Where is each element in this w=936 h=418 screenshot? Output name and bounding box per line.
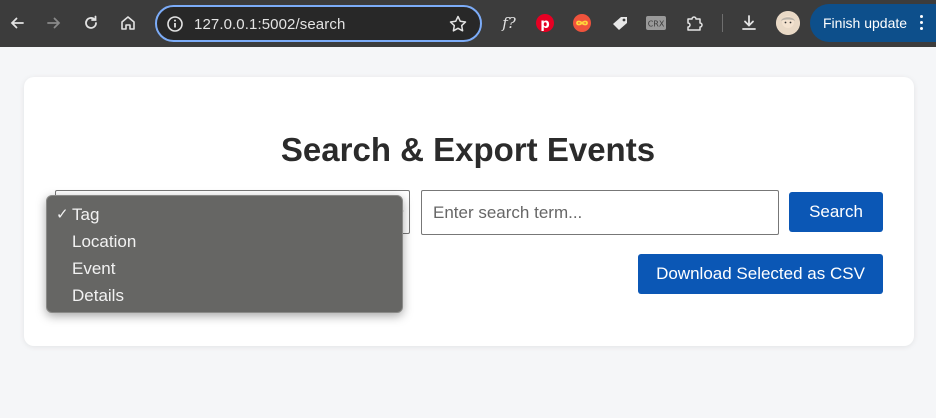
finish-update-label: Finish update: [823, 15, 908, 31]
tag-extension-icon[interactable]: [609, 12, 631, 34]
option-label: Event: [72, 259, 116, 278]
checkmark-icon: ✓: [56, 206, 69, 223]
option-location[interactable]: Location: [47, 230, 402, 257]
fx-icon[interactable]: f?: [498, 12, 520, 34]
reload-icon: [85, 15, 97, 29]
infinity-icon[interactable]: [571, 12, 593, 34]
avatar[interactable]: [776, 11, 800, 35]
search-button[interactable]: Search: [789, 192, 883, 232]
toolbar-divider: [722, 14, 723, 32]
field-select-dropdown: ✓ Tag Location Event Details: [46, 195, 403, 313]
more-options-icon[interactable]: [920, 15, 924, 31]
page-title: Search & Export Events: [280, 131, 656, 168]
arrow-right-icon: [47, 17, 61, 29]
crx-icon[interactable]: CRX: [645, 12, 667, 34]
puzzle-icon[interactable]: [683, 12, 705, 34]
search-input[interactable]: [421, 190, 779, 235]
option-label: Details: [72, 286, 124, 305]
finish-update-button[interactable]: Finish update: [810, 4, 936, 42]
download-icon[interactable]: [738, 12, 760, 34]
option-event[interactable]: Event: [47, 257, 402, 284]
forward-button[interactable]: [42, 11, 66, 35]
svg-text:p: p: [540, 17, 549, 32]
arrow-left-icon: [10, 17, 24, 29]
url-text[interactable]: 127.0.0.1:5002/search: [194, 16, 345, 33]
home-button[interactable]: [116, 11, 140, 35]
back-button[interactable]: [5, 11, 29, 35]
home-icon: [121, 16, 135, 30]
reload-button[interactable]: [79, 11, 103, 35]
info-icon[interactable]: [166, 15, 184, 33]
pinterest-icon[interactable]: p: [534, 12, 556, 34]
address-bar[interactable]: 127.0.0.1:5002/search: [155, 5, 482, 42]
bookmark-star-icon[interactable]: [448, 14, 468, 34]
crx-label: CRX: [648, 20, 665, 29]
option-tag[interactable]: ✓ Tag: [47, 203, 402, 230]
download-csv-button[interactable]: Download Selected as CSV: [638, 254, 883, 294]
option-label: Tag: [72, 205, 100, 224]
option-details[interactable]: Details: [47, 284, 402, 311]
option-label: Location: [72, 232, 137, 251]
browser-toolbar: 127.0.0.1:5002/search f? p CRX Finish up…: [0, 0, 936, 47]
